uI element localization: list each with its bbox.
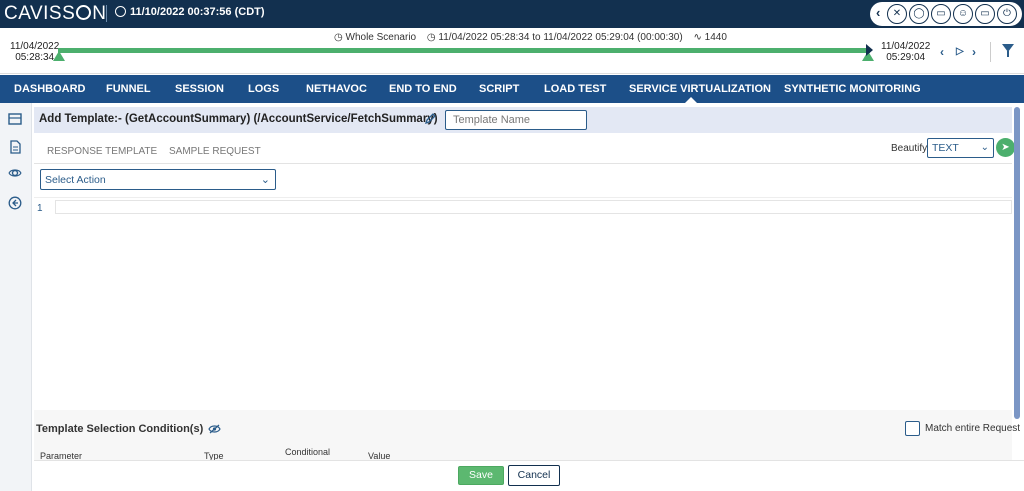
template-tabs: RESPONSE TEMPLATE SAMPLE REQUEST Beautif…	[34, 136, 1015, 164]
monitor-icon[interactable]: ▭	[931, 4, 951, 24]
pulse-icon: ∿	[693, 32, 702, 43]
nav-end-to-end[interactable]: END TO END	[389, 83, 457, 95]
template-header: Add Template:- (GetAccountSummary) (/Acc…	[34, 107, 1012, 133]
chevron-down-icon: ⌄	[980, 142, 989, 153]
prev-arrow-icon[interactable]: ‹	[940, 45, 944, 59]
power-icon[interactable]: ⏻	[997, 4, 1017, 24]
template-name-input[interactable]	[445, 110, 587, 130]
nav-synthetic-monitoring[interactable]: SYNTHETIC MONITORING	[784, 83, 921, 95]
layout-icon[interactable]	[8, 112, 22, 126]
edit-pencil-icon[interactable]	[424, 113, 436, 125]
back-icon[interactable]	[8, 196, 22, 210]
left-sidebar	[0, 103, 32, 491]
sample-count: 1440	[704, 32, 727, 43]
display-icon[interactable]: ▭	[975, 4, 995, 24]
timeline-divider	[990, 42, 991, 62]
scenario-label: Whole Scenario	[345, 32, 417, 43]
timeline-slider-track[interactable]	[58, 48, 870, 53]
view-icon[interactable]	[8, 166, 22, 180]
nav-funnel[interactable]: FUNNEL	[106, 83, 151, 95]
nav-session[interactable]: SESSION	[175, 83, 224, 95]
line-number: 1	[37, 203, 43, 214]
header-divider	[106, 5, 107, 22]
match-entire-request-label: Match entire Request	[925, 423, 1021, 434]
select-action-dropdown[interactable]: Select Action ⌄	[40, 169, 276, 190]
page-title: Add Template:- (GetAccountSummary) (/Acc…	[39, 113, 438, 125]
timeline-start-handle[interactable]	[53, 51, 65, 61]
clock-icon	[115, 6, 126, 17]
tools-icon[interactable]: ✕	[887, 4, 907, 24]
selection-conditions: Template Selection Condition(s) Match en…	[34, 410, 1020, 461]
tab-sample-request[interactable]: SAMPLE REQUEST	[169, 146, 261, 157]
save-button[interactable]: Save	[458, 466, 504, 485]
column-conditional: Conditional	[285, 447, 331, 457]
timeline-info: ◷ Whole Scenario ◷ 11/04/2022 05:28:34 t…	[334, 32, 727, 43]
timeline-end-marker-icon	[866, 44, 873, 56]
apply-beautify-button[interactable]: ➤	[996, 138, 1015, 157]
match-entire-request-checkbox[interactable]	[905, 421, 920, 436]
main-nav: DASHBOARD FUNNEL SESSION LOGS NETHAVOC E…	[0, 75, 1024, 103]
vertical-scrollbar[interactable]	[1014, 107, 1020, 419]
nav-load-test[interactable]: LOAD TEST	[544, 83, 606, 95]
nav-nethavoc[interactable]: NETHAVOC	[306, 83, 367, 95]
hide-eye-icon[interactable]	[208, 424, 221, 434]
nav-service-virtualization[interactable]: SERVICE VIRTUALIZATION	[629, 83, 771, 95]
tab-response-template[interactable]: RESPONSE TEMPLATE	[47, 146, 157, 157]
nav-script[interactable]: SCRIPT	[479, 83, 519, 95]
play-icon[interactable]: ▷	[956, 46, 964, 57]
clock-icon: ◷	[334, 32, 343, 43]
clock-icon: ◷	[426, 32, 436, 43]
chevron-down-icon: ⌄	[260, 174, 270, 186]
beautify-dropdown[interactable]: TEXT ⌄	[927, 138, 994, 158]
timeline-panel: ◷ Whole Scenario ◷ 11/04/2022 05:28:34 t…	[0, 28, 1024, 74]
active-nav-indicator	[685, 97, 697, 103]
nav-dashboard[interactable]: DASHBOARD	[14, 83, 86, 95]
document-icon[interactable]	[8, 140, 22, 154]
filter-icon[interactable]	[1002, 44, 1014, 57]
next-arrow-icon[interactable]: ›	[972, 45, 976, 59]
header-icon-group: ‹ ✕ ◯ ▭ ☺ ▭ ⏻	[870, 2, 1022, 26]
timeline-end: 11/04/2022 05:29:04	[881, 41, 931, 63]
cavisson-logo: CAVISS N	[4, 3, 107, 24]
time-range: 11/04/2022 05:28:34 to 11/04/2022 05:29:…	[438, 32, 683, 43]
conditions-title: Template Selection Condition(s)	[36, 423, 204, 435]
server-time: 11/10/2022 00:37:56 (CDT)	[115, 6, 265, 18]
nav-logs[interactable]: LOGS	[248, 83, 279, 95]
footer-actions: Save Cancel	[34, 460, 1024, 491]
cancel-button[interactable]: Cancel	[508, 465, 560, 486]
editor-line[interactable]	[55, 200, 1012, 214]
top-header: CAVISS N 11/10/2022 00:37:56 (CDT) ‹ ✕ ◯ …	[0, 0, 1024, 28]
timeline-start: 11/04/2022 05:28:34	[10, 41, 60, 63]
response-editor[interactable]: 1	[34, 197, 1012, 409]
bell-icon[interactable]: ◯	[909, 4, 929, 24]
collapse-arrow-icon[interactable]: ‹	[876, 5, 880, 20]
user-icon[interactable]: ☺	[953, 4, 973, 24]
beautify-label: Beautify	[891, 143, 928, 154]
